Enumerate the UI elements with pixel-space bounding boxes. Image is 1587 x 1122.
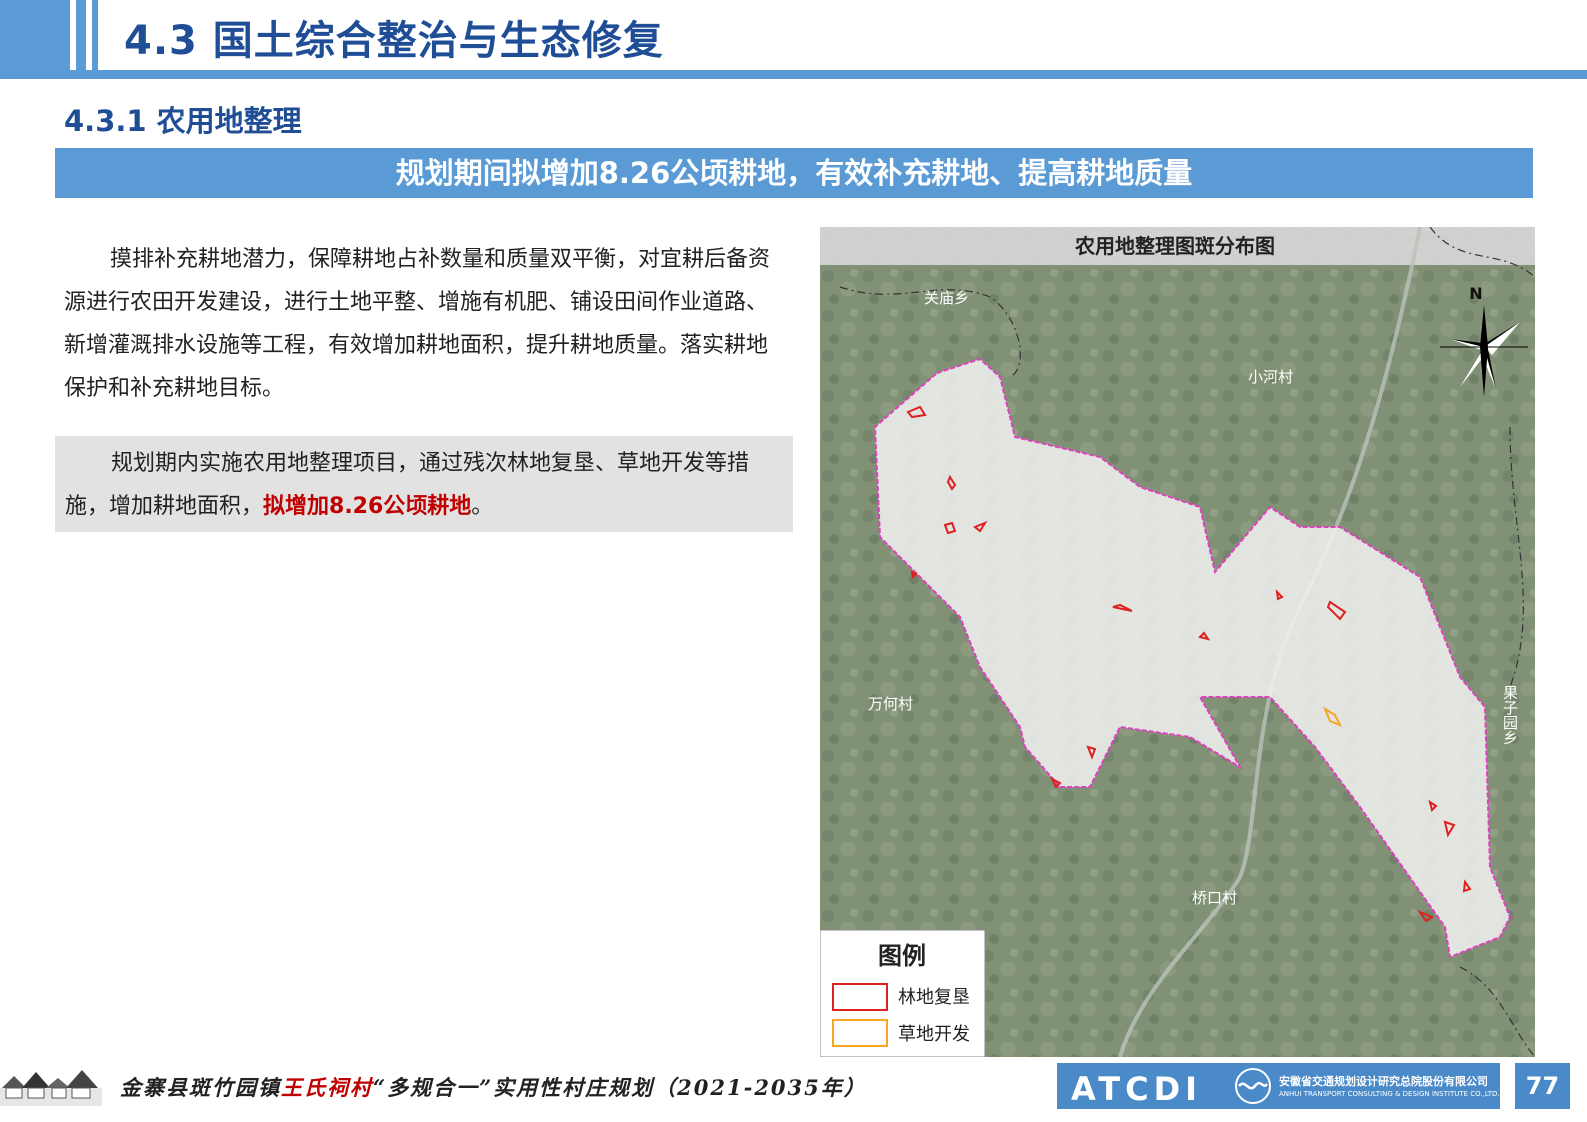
- company-name-en: ANHUI TRANSPORT CONSULTING & DESIGN INST…: [1279, 1090, 1500, 1098]
- place-label-guanmiao: 关庙乡: [924, 289, 969, 307]
- legend-label-grassland: 草地开发: [898, 1024, 970, 1045]
- place-label-xiaohe: 小河村: [1248, 368, 1293, 386]
- land-consolidation-map: 农用地整理图斑分布图 关庙乡 小河村 万何村 桥口村 果子园乡 N 图例 林地复…: [820, 227, 1535, 1057]
- header-stripe: [76, 0, 86, 70]
- north-label: N: [1469, 284, 1482, 303]
- legend-title: 图例: [878, 942, 926, 970]
- paragraph-text: 。: [471, 494, 494, 519]
- company-name-cn: 安徽省交通规划设计研究总院股份有限公司: [1279, 1075, 1488, 1088]
- header-stripe: [92, 0, 98, 70]
- footer-title-text: “多规合一”实用性村庄规划（2021-2035年）: [373, 1075, 867, 1100]
- place-label-guoziyuan: 果子园乡: [1501, 685, 1519, 745]
- map-legend: 图例 林地复垦 草地开发: [820, 929, 986, 1057]
- place-label-wanhe: 万何村: [868, 695, 913, 713]
- header-stripe: [0, 0, 70, 70]
- village-skyline-icon: [0, 1070, 102, 1106]
- section-title: 4.3.1 农用地整理: [64, 104, 302, 138]
- highlight-paragraph: 规划期内实施农用地整理项目，通过残次林地复垦、草地开发等措施，增加耕地面积，拟增…: [55, 436, 793, 532]
- page-title: 4.3 国土综合整治与生态修复: [124, 18, 664, 64]
- legend-swatch-grassland: [832, 1019, 888, 1047]
- header-bar: [0, 70, 1587, 79]
- footer-title: 金寨县斑竹园镇王氏祠村“多规合一”实用性村庄规划（2021-2035年）: [120, 1072, 867, 1102]
- page-number: 77: [1515, 1063, 1570, 1109]
- highlight-text: 拟增加8.26公顷耕地: [263, 494, 472, 519]
- place-label-qiaokou: 桥口村: [1192, 889, 1237, 907]
- map-title: 农用地整理图斑分布图: [1074, 234, 1275, 258]
- logo-text: ATCDI: [1071, 1070, 1203, 1108]
- legend-swatch-reclaim: [832, 983, 888, 1011]
- company-logo: ATCDI 安徽省交通规划设计研究总院股份有限公司 ANHUI TRANSPOR…: [1057, 1063, 1500, 1109]
- footer-village-name: 王氏祠村: [281, 1075, 373, 1100]
- footer-title-text: 金寨县斑竹园镇: [120, 1075, 281, 1100]
- logo-wave-icon: [1235, 1068, 1271, 1104]
- legend-label-reclaim: 林地复垦: [898, 987, 970, 1008]
- body-paragraph: 摸排补充耕地潜力，保障耕地占补数量和质量双平衡，对宜耕后备资源进行农田开发建设，…: [64, 247, 771, 401]
- summary-banner: 规划期间拟增加8.26公顷耕地，有效补充耕地、提高耕地质量: [55, 148, 1533, 198]
